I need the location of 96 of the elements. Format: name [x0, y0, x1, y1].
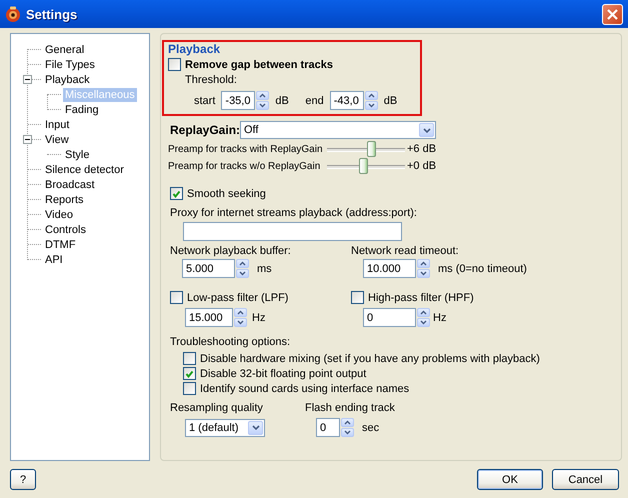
checkbox-label: High-pass filter (HPF) [368, 292, 474, 304]
up-down-button[interactable] [256, 91, 270, 110]
label: Preamp for tracks with ReplayGain [168, 142, 324, 156]
tree-item[interactable]: General [43, 42, 86, 56]
app-icon [5, 6, 21, 22]
checkbox-label: Identify sound cards using interface names [200, 382, 410, 394]
checkbox-label: Disable hardware mixing (set if you have any problems with playback) [200, 352, 540, 364]
checkbox-label: Remove gap between tracks [185, 58, 333, 70]
label: Proxy for internet streams playback (address:port): [170, 207, 417, 219]
slider-track[interactable] [327, 158, 405, 174]
chevron-down-icon [420, 320, 427, 325]
up-down-button[interactable] [236, 259, 249, 278]
dropdown[interactable]: 1 (default) [185, 418, 265, 436]
input-field[interactable] [183, 222, 402, 241]
label: Preamp for tracks w/o ReplayGain [168, 160, 322, 172]
tree-item[interactable]: API [43, 252, 65, 266]
cancel-button[interactable]: Cancel [552, 469, 619, 490]
checkbox[interactable] [170, 291, 183, 304]
unit-label: Hz [252, 312, 266, 324]
label: Troubleshooting options: [170, 336, 290, 348]
tree-item[interactable]: Playback [43, 72, 92, 86]
up-down-button[interactable] [234, 308, 247, 327]
tree-item[interactable]: Silence detector [43, 162, 126, 176]
slider-reading: +6 dB [407, 143, 436, 155]
chevron-up-icon [368, 93, 375, 98]
unit-label: dB [275, 94, 290, 106]
slider-reading: +0 dB [407, 160, 436, 172]
tree-item[interactable]: Controls [43, 222, 88, 236]
tree-item[interactable]: Input [43, 118, 72, 132]
checkbox-label: Low-pass filter (LPF) [187, 292, 288, 304]
label: end [305, 94, 324, 106]
unit-label: ms [257, 262, 272, 274]
number-field[interactable]: 10.000 [363, 259, 416, 278]
unit-label: Hz [433, 312, 446, 324]
up-down-button[interactable] [364, 91, 378, 110]
unit-label: sec [362, 422, 380, 434]
slider-thumb[interactable] [359, 158, 368, 174]
chevron-down-icon [368, 103, 375, 108]
up-down-button[interactable] [417, 308, 430, 327]
label: Flash ending track [305, 402, 395, 414]
checkbox[interactable] [168, 58, 181, 71]
chevron-up-icon [420, 310, 427, 315]
chevron-up-icon [259, 93, 266, 98]
checkbox-label: Disable 32-bit floating point output [200, 368, 366, 380]
checkbox[interactable] [170, 187, 183, 200]
chevron-up-icon [237, 310, 244, 315]
checkbox[interactable] [183, 367, 196, 380]
checkbox[interactable] [351, 291, 364, 304]
window-title: Settings [26, 6, 78, 22]
checkbox[interactable] [183, 382, 196, 395]
tree-item[interactable]: Reports [43, 192, 86, 206]
number-field[interactable]: 0 [316, 418, 340, 437]
label: Threshold: [185, 74, 237, 86]
number-field[interactable]: -43,0 [330, 91, 364, 110]
chevron-down-icon [420, 271, 427, 276]
tree-item[interactable]: Broadcast [43, 178, 97, 192]
chevron-up-icon [344, 420, 351, 425]
label: Network playback buffer: [170, 245, 291, 257]
tree-item[interactable]: Fading [63, 102, 101, 116]
tree-item[interactable]: Video [43, 208, 75, 222]
number-field[interactable]: 0 [363, 308, 416, 327]
number-field[interactable]: -35,0 [221, 91, 256, 110]
number-field[interactable]: 15.000 [185, 308, 233, 327]
chevron-down-icon [237, 320, 244, 325]
chevron-up-icon [239, 261, 246, 266]
help-button[interactable]: ? [10, 469, 36, 490]
chevron-icon [248, 420, 263, 434]
collapse-icon[interactable] [23, 135, 32, 144]
tree-item[interactable]: File Types [43, 58, 97, 72]
close-button[interactable] [602, 4, 623, 24]
up-down-button[interactable] [341, 418, 354, 437]
number-field[interactable]: 5.000 [182, 259, 235, 278]
checkbox-label: Smooth seeking [187, 188, 266, 200]
chevron-down-icon [344, 430, 351, 435]
slider-thumb[interactable] [367, 141, 376, 157]
label: ReplayGain: [170, 123, 240, 137]
label: start [194, 94, 216, 106]
collapse-icon[interactable] [23, 75, 32, 84]
tree-item[interactable]: Style [63, 148, 92, 162]
dropdown[interactable]: Off [240, 121, 436, 139]
chevron-icon [419, 123, 434, 137]
unit-label: dB [384, 94, 398, 106]
tree-item[interactable]: DTMF [43, 238, 78, 252]
chevron-down-icon [259, 103, 266, 108]
close-icon [606, 8, 619, 20]
up-down-button[interactable] [417, 259, 430, 278]
tree-item[interactable]: View [43, 132, 71, 146]
checkbox[interactable] [183, 352, 196, 365]
slider-track[interactable] [327, 141, 405, 157]
section-title: Playback [168, 43, 222, 56]
ok-button[interactable]: OK [477, 469, 543, 490]
unit-label: ms (0=no timeout) [438, 262, 527, 274]
label: Network read timeout: [351, 245, 459, 257]
chevron-up-icon [420, 261, 427, 266]
chevron-down-icon [239, 271, 246, 276]
label: Resampling quality [170, 402, 264, 414]
